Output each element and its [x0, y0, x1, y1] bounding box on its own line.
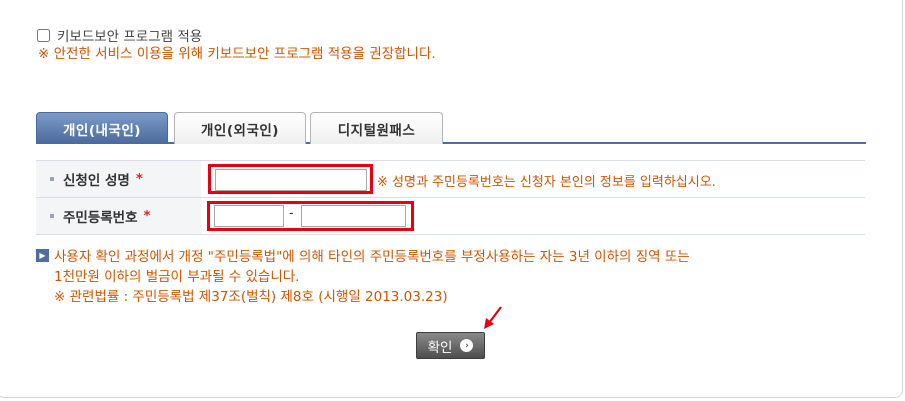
- bullet-icon: [50, 177, 54, 181]
- identity-type-tabs: 개인(내국인) 개인(외국인) 디지털원패스: [36, 112, 866, 144]
- required-mark: *: [143, 208, 151, 224]
- identity-form: 신청인 성명 * ※ 성명과 주민등록번호는 신청자 본인의 정보를 입력하십시…: [36, 160, 865, 235]
- tab-domestic[interactable]: 개인(내국인): [36, 112, 168, 144]
- applicant-name-input[interactable]: [215, 169, 367, 191]
- rrn-value-cell: -: [201, 198, 865, 234]
- tab-foreigner[interactable]: 개인(외국인): [174, 112, 306, 144]
- confirm-label: 확인: [427, 339, 453, 356]
- required-mark: *: [135, 171, 143, 187]
- keyboard-security-checkbox[interactable]: [37, 28, 50, 42]
- rrn-label: 주민등록번호: [63, 210, 138, 226]
- rrn-front-input[interactable]: [214, 205, 284, 227]
- rrn-label-cell: 주민등록번호 *: [36, 198, 201, 234]
- notice-line-2: 1천만원 이하의 벌금이 부과될 수 있습니다.: [54, 269, 300, 285]
- keyboard-security-note: ※ 안전한 서비스 이용을 위해 키보드보안 프로그램 적용을 권장합니다.: [38, 46, 436, 62]
- rrn-row: 주민등록번호 * -: [36, 198, 865, 235]
- red-pointer-arrow-icon: [484, 306, 502, 329]
- name-label-cell: 신청인 성명 *: [36, 161, 201, 197]
- name-note: ※ 성명과 주민등록번호는 신청자 본인의 정보를 입력하십시오.: [377, 175, 716, 190]
- notice-line-1: 사용자 확인 과정에서 개정 "주민등록법"에 의해 타인의 주민등록번호를 부…: [54, 249, 690, 265]
- chevron-right-icon: ›: [460, 339, 474, 352]
- info-arrow-icon: ▶: [36, 249, 49, 262]
- bullet-icon: [50, 214, 54, 218]
- name-value-cell: ※ 성명과 주민등록번호는 신청자 본인의 정보를 입력하십시오.: [201, 161, 865, 197]
- rrn-back-input[interactable]: [301, 205, 406, 227]
- notice-line-3: ※ 관련법률 : 주민등록법 제37조(벌칙) 제8호 (시행일 2013.03…: [54, 289, 448, 305]
- rrn-separator: -: [289, 206, 294, 221]
- name-row: 신청인 성명 * ※ 성명과 주민등록번호는 신청자 본인의 정보를 입력하십시…: [36, 161, 865, 198]
- confirm-button[interactable]: 확인 ›: [416, 332, 485, 359]
- tab-digital-onepass[interactable]: 디지털원패스: [310, 112, 443, 144]
- name-label: 신청인 성명: [63, 173, 130, 189]
